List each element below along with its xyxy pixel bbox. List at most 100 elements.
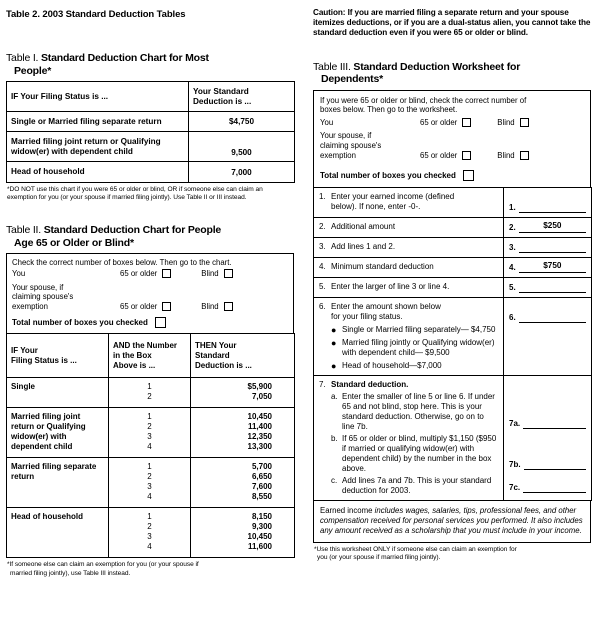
table-2-header-deduction-line1: THEN Your (195, 341, 237, 351)
table-3-spouse-blind-option: Blind (497, 150, 529, 161)
checkbox-dependent-you-65-or-older[interactable] (462, 118, 472, 128)
line-7b-letter: b. (331, 434, 338, 444)
table-3-spouse-label-line2: claiming spouse's (320, 140, 382, 150)
input-line-6-amount[interactable] (518, 312, 586, 324)
table-3-spouse-label-line1: Your spouse, if (320, 131, 372, 141)
val: 8,150 (251, 512, 272, 522)
table-2-header-status-line1: IF Your (11, 346, 38, 356)
line-7b: b. If 65 or older or blind, multiply $1,… (319, 434, 498, 474)
line-text: Enter the amount shown below for your fi… (331, 302, 498, 322)
line-number: 2. (319, 222, 326, 232)
table-3-you-blind-option: Blind (497, 118, 529, 128)
amount-label: 7c. (509, 483, 521, 493)
table-2-footnote-line1: *If someone else can claim an exemption … (7, 561, 199, 569)
table-row: Married filing joint return or Qualifyin… (6, 131, 295, 162)
line-text-line2: below). If none, enter -0-. (331, 202, 421, 212)
amount-label: 2. (509, 223, 516, 233)
bullet-icon: ● (331, 325, 337, 336)
table-row: Single 1 2 $5,900 7,050 (6, 377, 295, 409)
amount-label: 1. (509, 203, 516, 213)
input-dependent-total-boxes-checked[interactable] (462, 170, 474, 182)
table-2-row-3-values: 8,150 9,300 10,450 11,600 (190, 507, 295, 559)
checkbox-dependent-spouse-blind[interactable] (519, 150, 529, 160)
input-line-1-amount[interactable] (518, 202, 586, 214)
table-3-title-line1: Standard Deduction Worksheet for (353, 60, 521, 73)
worksheet-line-6-text: 6. Enter the amount shown below for your… (313, 297, 504, 377)
caution-note: Caution: If you are married filing a sep… (313, 8, 591, 38)
table-2-header-boxnum-line2: in the Box (113, 351, 152, 361)
num: 3 (147, 431, 152, 441)
table-3-total-label: Total number of boxes you checked (320, 170, 456, 180)
input-line-3-amount[interactable] (518, 242, 586, 254)
line-number: 3. (319, 242, 326, 252)
checkbox-spouse-65-or-older[interactable] (162, 302, 172, 312)
table-3-you-label: You (320, 117, 334, 127)
table-2-header-boxnum-line1: AND the Number (113, 341, 178, 351)
table-2-header-deduction-line3: Deduction is ... (195, 360, 252, 370)
table-1-header-amount-line2: Deduction is ... (193, 96, 252, 106)
table-3-spouse-row: Your spouse, if claiming spouse's exempt… (320, 131, 584, 160)
input-line-7b-amount[interactable] (523, 459, 586, 471)
line-7c-letter: c. (331, 476, 338, 486)
input-total-boxes-checked[interactable] (154, 317, 166, 329)
amount-label: 7b. (509, 460, 521, 470)
line-7b-text: If 65 or older or blind, multiply $1,150… (342, 434, 497, 474)
line-text: Minimum standard deduction (331, 262, 434, 272)
line-number: 1. (319, 192, 326, 202)
line-7a-text: Enter the smaller of line 5 or line 6. I… (342, 392, 495, 432)
worksheet-line-5-amount: 5. (503, 277, 592, 299)
table-1-row-1-status: Married filing joint return or Qualifyin… (6, 131, 189, 162)
table-2-chart: IF Your Filing Status is ... AND the Num… (6, 333, 295, 559)
table-2-spouse-label-line3: exemption (12, 301, 48, 311)
table-3-spouse-age-option: 65 or older (420, 150, 472, 161)
worksheet-line-6-amount: 6. (503, 297, 592, 377)
table-2-row-0-numbers: 1 2 (108, 377, 191, 409)
checkbox-dependent-spouse-65-or-older[interactable] (462, 150, 472, 160)
line-text: Additional amount (331, 222, 396, 232)
checkbox-spouse-blind[interactable] (223, 302, 233, 312)
input-line-7c-amount[interactable] (523, 482, 586, 494)
table-2-label: Table II. (6, 224, 41, 237)
worksheet-line-1: 1. Enter your earned income (defined bel… (313, 187, 592, 219)
table-2-you-blind-label: Blind (201, 269, 219, 278)
table-2-spouse-blind-label: Blind (201, 301, 219, 311)
table-1-row-0-status: Single or Married filing separate return (6, 111, 189, 132)
checkbox-dependent-you-blind[interactable] (519, 118, 529, 128)
worksheet-line-3-text: 3. Add lines 1 and 2. (313, 237, 504, 259)
num: 4 (147, 541, 152, 551)
input-line-5-amount[interactable] (518, 282, 586, 294)
earned-income-note: Earned income includes wages, salaries, … (313, 501, 591, 543)
num: 1 (147, 412, 152, 422)
val: $5,900 (247, 382, 272, 392)
val: 8,550 (251, 491, 272, 501)
worksheet-line-1-amount: 1. (503, 187, 592, 219)
line-number: 5. (319, 282, 326, 292)
val: 7,050 (251, 392, 272, 402)
num: 2 (147, 522, 152, 532)
worksheet-line-7-text: 7. Standard deduction. a. Enter the smal… (313, 375, 504, 502)
table-2-header-boxnum-line3: Above is ... (113, 360, 156, 370)
table-2-row-1-numbers: 1 2 3 4 (108, 407, 191, 459)
val: 10,450 (247, 531, 272, 541)
table-2-spouse-label-line2: claiming spouse's (12, 292, 74, 302)
table-1-chart: IF Your Filing Status is ... Your Standa… (6, 81, 295, 183)
table-2-total-row: Total number of boxes you checked (12, 317, 288, 329)
table-2-spouse-age-label: 65 or older (120, 301, 158, 311)
num: 1 (147, 382, 152, 392)
table-2-you-row: You 65 or older Blind (12, 269, 288, 279)
amount-label: 3. (509, 243, 516, 253)
checkbox-you-blind[interactable] (223, 269, 233, 279)
input-line-4-amount[interactable]: $750 (518, 261, 586, 274)
table-2-you-age-option: 65 or older (120, 269, 172, 279)
right-column: Caution: If you are married filing a sep… (313, 0, 592, 562)
line-7-title: Standard deduction. (331, 380, 409, 390)
table-3-footnote: *Use this worksheet ONLY if someone else… (314, 546, 591, 562)
bullet-icon: ● (331, 361, 337, 372)
input-line-2-amount[interactable]: $250 (518, 221, 586, 234)
input-line-7a-amount[interactable] (523, 418, 586, 430)
table-1-row-1-amount: 9,500 (188, 131, 295, 162)
line-7a-letter: a. (331, 392, 338, 402)
table-1-header-amount: Your Standard Deduction is ... (188, 81, 295, 112)
line-6-bullet: ● Single or Married filing separately— $… (319, 325, 498, 335)
checkbox-you-65-or-older[interactable] (162, 269, 172, 279)
